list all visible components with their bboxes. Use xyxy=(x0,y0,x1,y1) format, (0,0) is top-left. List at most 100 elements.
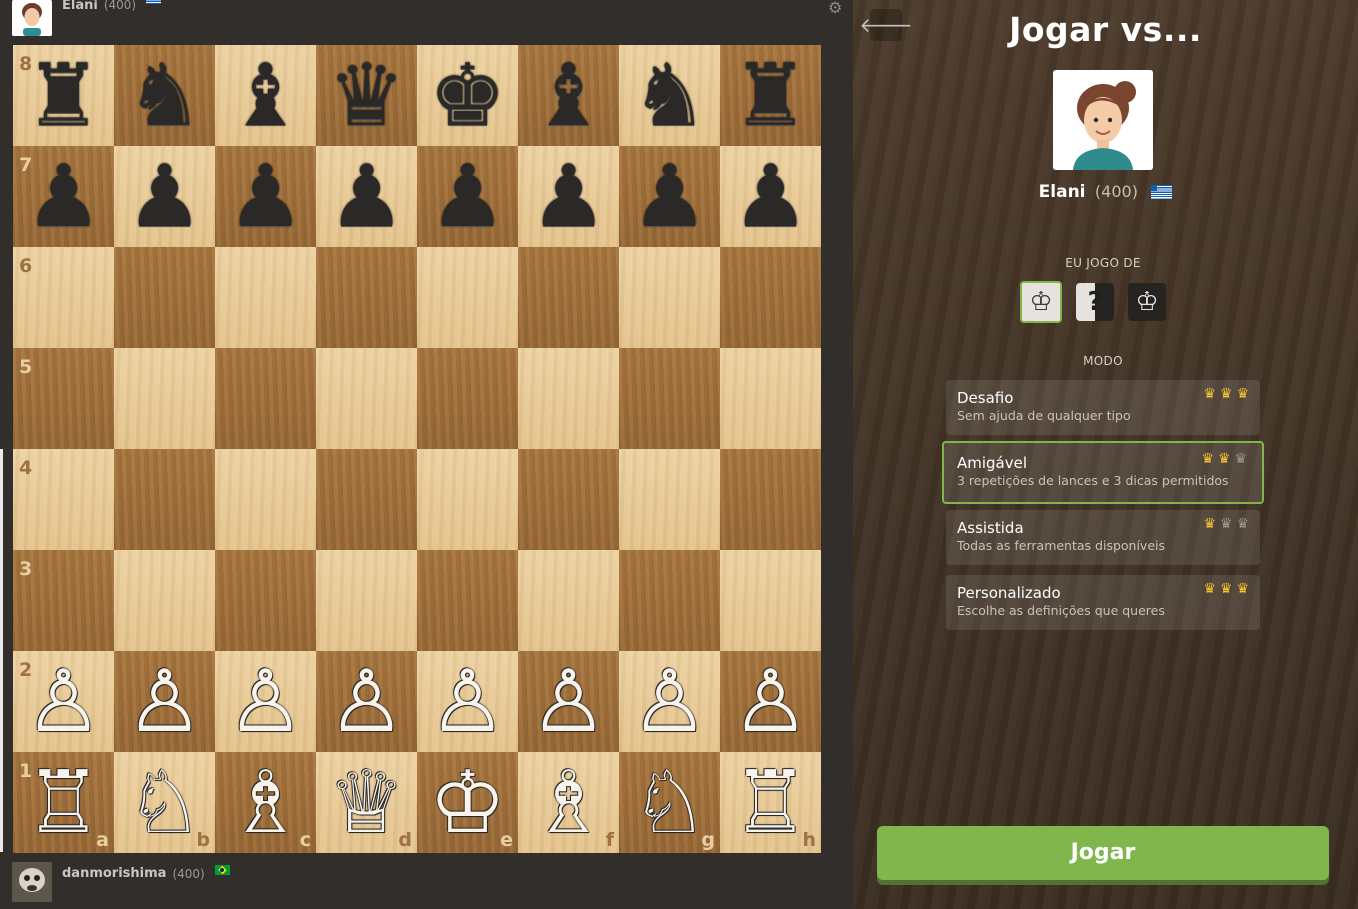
white-pawn-piece[interactable]: ♙ xyxy=(720,651,821,752)
bottom-player-avatar[interactable] xyxy=(12,862,52,902)
square-f1[interactable]: f ♗ xyxy=(518,752,619,853)
square-f7[interactable]: ♟ xyxy=(518,146,619,247)
black-bishop-piece[interactable]: ♝ xyxy=(215,45,316,146)
white-pawn-piece[interactable]: ♙ xyxy=(518,651,619,752)
white-pawn-piece[interactable]: ♙ xyxy=(417,651,518,752)
square-a7[interactable]: 7 ♟ xyxy=(13,146,114,247)
white-bishop-piece[interactable]: ♗ xyxy=(215,752,316,853)
square-c7[interactable]: ♟ xyxy=(215,146,316,247)
square-d2[interactable]: ♙ xyxy=(316,651,417,752)
square-a3[interactable]: 3 xyxy=(13,550,114,651)
square-g1[interactable]: g ♘ xyxy=(619,752,720,853)
square-e6[interactable] xyxy=(417,247,518,348)
square-d3[interactable] xyxy=(316,550,417,651)
black-pawn-piece[interactable]: ♟ xyxy=(417,146,518,247)
square-c4[interactable] xyxy=(215,449,316,550)
white-pawn-piece[interactable]: ♙ xyxy=(114,651,215,752)
square-f2[interactable]: ♙ xyxy=(518,651,619,752)
square-f6[interactable] xyxy=(518,247,619,348)
square-a6[interactable]: 6 xyxy=(13,247,114,348)
square-b1[interactable]: b ♘ xyxy=(114,752,215,853)
square-g5[interactable] xyxy=(619,348,720,449)
square-f4[interactable] xyxy=(518,449,619,550)
white-rook-piece[interactable]: ♖ xyxy=(13,752,114,853)
white-knight-piece[interactable]: ♘ xyxy=(114,752,215,853)
top-player-name[interactable]: Elani xyxy=(62,0,98,13)
square-d5[interactable] xyxy=(316,348,417,449)
square-g7[interactable]: ♟ xyxy=(619,146,720,247)
square-e3[interactable] xyxy=(417,550,518,651)
white-king-piece[interactable]: ♔ xyxy=(417,752,518,853)
square-f3[interactable] xyxy=(518,550,619,651)
black-pawn-piece[interactable]: ♟ xyxy=(316,146,417,247)
square-h2[interactable]: ♙ xyxy=(720,651,821,752)
white-bishop-piece[interactable]: ♗ xyxy=(518,752,619,853)
white-pawn-piece[interactable]: ♙ xyxy=(316,651,417,752)
square-e1[interactable]: e ♔ xyxy=(417,752,518,853)
black-bishop-piece[interactable]: ♝ xyxy=(518,45,619,146)
square-c8[interactable]: ♝ xyxy=(215,45,316,146)
square-d6[interactable] xyxy=(316,247,417,348)
square-h1[interactable]: h ♖ xyxy=(720,752,821,853)
mode-assistida[interactable]: Assistida Todas as ferramentas disponíve… xyxy=(946,510,1260,565)
black-king-piece[interactable]: ♚ xyxy=(417,45,518,146)
mode-amigavel[interactable]: Amigável 3 repetições de lances e 3 dica… xyxy=(942,441,1264,504)
black-rook-piece[interactable]: ♜ xyxy=(13,45,114,146)
play-random-button[interactable]: ? xyxy=(1076,283,1114,321)
mode-desafio[interactable]: Desafio Sem ajuda de qualquer tipo ♛ ♛ ♛ xyxy=(946,380,1260,435)
square-b2[interactable]: ♙ xyxy=(114,651,215,752)
square-a2[interactable]: 2 ♙ xyxy=(13,651,114,752)
square-b3[interactable] xyxy=(114,550,215,651)
square-g8[interactable]: ♞ xyxy=(619,45,720,146)
square-d7[interactable]: ♟ xyxy=(316,146,417,247)
square-e4[interactable] xyxy=(417,449,518,550)
square-b6[interactable] xyxy=(114,247,215,348)
square-e5[interactable] xyxy=(417,348,518,449)
square-g6[interactable] xyxy=(619,247,720,348)
white-queen-piece[interactable]: ♕ xyxy=(316,752,417,853)
square-b5[interactable] xyxy=(114,348,215,449)
bottom-player-name[interactable]: danmorishima xyxy=(62,866,166,881)
square-a5[interactable]: 5 xyxy=(13,348,114,449)
square-d4[interactable] xyxy=(316,449,417,550)
black-pawn-piece[interactable]: ♟ xyxy=(13,146,114,247)
black-pawn-piece[interactable]: ♟ xyxy=(720,146,821,247)
black-knight-piece[interactable]: ♞ xyxy=(114,45,215,146)
white-knight-piece[interactable]: ♘ xyxy=(619,752,720,853)
square-h4[interactable] xyxy=(720,449,821,550)
black-pawn-piece[interactable]: ♟ xyxy=(518,146,619,247)
square-c5[interactable] xyxy=(215,348,316,449)
settings-gear-icon[interactable]: ⚙ xyxy=(828,0,842,17)
black-rook-piece[interactable]: ♜ xyxy=(720,45,821,146)
square-h7[interactable]: ♟ xyxy=(720,146,821,247)
square-h6[interactable] xyxy=(720,247,821,348)
square-c6[interactable] xyxy=(215,247,316,348)
square-a8[interactable]: 8 ♜ xyxy=(13,45,114,146)
black-pawn-piece[interactable]: ♟ xyxy=(619,146,720,247)
square-g2[interactable]: ♙ xyxy=(619,651,720,752)
square-d8[interactable]: ♛ xyxy=(316,45,417,146)
square-d1[interactable]: d ♕ xyxy=(316,752,417,853)
square-h8[interactable]: ♜ xyxy=(720,45,821,146)
black-knight-piece[interactable]: ♞ xyxy=(619,45,720,146)
square-b7[interactable]: ♟ xyxy=(114,146,215,247)
square-a1[interactable]: 1 a ♖ xyxy=(13,752,114,853)
square-h3[interactable] xyxy=(720,550,821,651)
top-player-avatar[interactable] xyxy=(12,0,52,36)
square-c2[interactable]: ♙ xyxy=(215,651,316,752)
play-white-button[interactable]: ♔ xyxy=(1020,281,1062,323)
square-e8[interactable]: ♚ xyxy=(417,45,518,146)
white-pawn-piece[interactable]: ♙ xyxy=(13,651,114,752)
square-g3[interactable] xyxy=(619,550,720,651)
white-rook-piece[interactable]: ♖ xyxy=(720,752,821,853)
black-pawn-piece[interactable]: ♟ xyxy=(114,146,215,247)
square-h5[interactable] xyxy=(720,348,821,449)
black-pawn-piece[interactable]: ♟ xyxy=(215,146,316,247)
black-queen-piece[interactable]: ♛ xyxy=(316,45,417,146)
square-b8[interactable]: ♞ xyxy=(114,45,215,146)
square-c1[interactable]: c ♗ xyxy=(215,752,316,853)
square-e2[interactable]: ♙ xyxy=(417,651,518,752)
square-e7[interactable]: ♟ xyxy=(417,146,518,247)
square-f5[interactable] xyxy=(518,348,619,449)
mode-personalizado[interactable]: Personalizado Escolhe as definições que … xyxy=(946,575,1260,630)
